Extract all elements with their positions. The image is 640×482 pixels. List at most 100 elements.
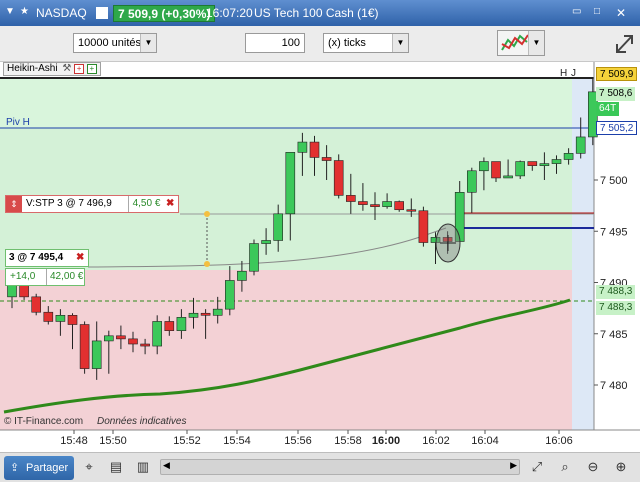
candle-body xyxy=(406,209,417,212)
close-position-icon[interactable]: ✖ xyxy=(76,250,84,266)
contract-icon[interactable] xyxy=(614,32,636,56)
x-tick-label: 15:52 xyxy=(173,435,201,447)
candle-body xyxy=(188,312,199,318)
study-tab[interactable]: Heikin-Ashi ⚒ + + xyxy=(3,62,101,76)
candle-body xyxy=(55,315,66,322)
tick-unit-select[interactable]: (x) ticks ▼ xyxy=(323,33,409,53)
quote-time: 16:07:20 xyxy=(206,6,253,20)
x-tick-label: 15:48 xyxy=(60,435,88,447)
indicative-data-label: Données indicatives xyxy=(97,416,187,427)
y-tick-label: 7 480 xyxy=(600,380,628,392)
profit-zone-top xyxy=(0,78,572,128)
zoom-fit-icon[interactable]: ⌕ xyxy=(556,458,574,476)
instrument-name: NASDAQ xyxy=(36,6,87,20)
order-handle-bottom xyxy=(204,261,210,267)
y-tick-label: 7 495 xyxy=(600,226,628,238)
candle-body xyxy=(358,201,368,205)
tick-input[interactable]: 100 xyxy=(245,33,305,53)
bottom-toolbar: ⇪ Partager ⌖ ▤ ▥ ◀ ▶ ⤢ ⌕ ⊖ ⊕ xyxy=(0,452,640,482)
candle-body xyxy=(152,321,162,347)
corner-label-j: J xyxy=(571,68,576,79)
position-amount: 42,00 € xyxy=(46,269,83,285)
scroll-left-icon[interactable]: ◀ xyxy=(163,460,170,471)
candle-body xyxy=(43,311,54,322)
copyright-label: © IT-Finance.com xyxy=(4,416,84,427)
position-label: 3 @ 7 495,4 xyxy=(9,252,64,263)
share-label: Partager xyxy=(26,462,69,474)
candle-body xyxy=(116,335,126,340)
candle-body xyxy=(345,195,356,202)
chevron-down-icon: ▼ xyxy=(528,31,544,55)
chevron-down-icon: ▼ xyxy=(140,34,156,52)
stop-order-label: V:STP 3 @ 7 496,9 xyxy=(26,198,112,209)
add-study-icon[interactable]: + xyxy=(86,64,97,74)
position-pnl-box: +14,0 42,00 € xyxy=(5,268,85,286)
chart-canvas: 7 5007 4957 4907 4857 48015:48 15:50 15:52… xyxy=(0,62,640,452)
crosshair-icon[interactable]: ⌖ xyxy=(80,458,98,476)
candle-body xyxy=(67,315,78,325)
zoom-out-icon[interactable]: ⊖ xyxy=(584,458,602,476)
candle-body xyxy=(225,280,235,310)
size-select[interactable]: 10000 unités ▼ xyxy=(73,33,157,53)
y-tick-label: 7 500 xyxy=(600,175,628,187)
candle-body xyxy=(333,160,344,196)
last-price-badge: 7 509,9 (+0,30%) xyxy=(113,5,216,22)
chart-type-button[interactable]: ▼ xyxy=(497,30,545,56)
x-tick-label: 15:58 xyxy=(334,435,362,447)
candle-body xyxy=(91,340,102,369)
candle-body xyxy=(164,321,175,331)
candle-body xyxy=(479,161,489,172)
drag-handle-icon[interactable]: ⇕ xyxy=(6,196,22,212)
remove-study-icon[interactable]: + xyxy=(74,64,85,74)
order-handle-top xyxy=(204,211,210,217)
candle-body xyxy=(394,201,405,211)
scroll-right-icon[interactable]: ▶ xyxy=(510,460,517,471)
restore-icon[interactable]: ▭ xyxy=(572,6,581,17)
price-chart[interactable]: 7 500 7 495 7 490 7 485 7 480 15:48 15:50 15:52… xyxy=(0,62,640,452)
candle-body xyxy=(140,343,150,347)
pivot-label: Piv H xyxy=(6,117,30,128)
candle-body xyxy=(491,161,501,179)
star-icon[interactable]: ★ xyxy=(20,6,29,17)
drawing-tools-icon[interactable]: ▤ xyxy=(107,458,125,476)
collapse-icon[interactable]: ▼ xyxy=(5,6,15,17)
x-tick-label: 15:54 xyxy=(223,435,251,447)
chevron-down-icon: ▼ xyxy=(392,34,408,52)
cancel-order-icon[interactable]: ✖ xyxy=(166,196,174,212)
candle-body xyxy=(200,312,211,316)
pivot-price-tag: 7 505,2 xyxy=(596,121,638,135)
candle-body xyxy=(551,159,562,164)
title-bar: ▼ ★ NASDAQ 7 509,9 (+0,30%) 16:07:20 US … xyxy=(0,0,640,26)
share-button[interactable]: ⇪ Partager xyxy=(4,456,74,480)
close-icon[interactable]: ✕ xyxy=(616,6,626,20)
position-points: +14,0 xyxy=(10,271,36,282)
maximize-icon[interactable]: □ xyxy=(594,6,600,17)
candle-body xyxy=(79,324,90,369)
candle-body xyxy=(237,270,247,281)
chart-type-icon xyxy=(501,34,529,51)
corner-label-h: H xyxy=(560,68,568,79)
x-tick-label: 16:06 xyxy=(545,435,573,447)
position-box[interactable]: 3 @ 7 495,4 ✖ xyxy=(5,249,89,267)
candle-body xyxy=(273,213,284,241)
stop-order-box[interactable]: ⇕ V:STP 3 @ 7 496,9 4,50 € ✖ xyxy=(5,195,179,213)
x-tick-label: 16:00 xyxy=(372,435,400,447)
candle-body xyxy=(297,141,308,153)
order-toolbar: 10000 unités ▼ 100 (x) ticks ▼ ▼ xyxy=(0,26,640,62)
wrench-icon[interactable]: ⚒ xyxy=(62,63,71,74)
share-icon: ⇪ xyxy=(10,462,20,474)
time-scrollbar[interactable]: ◀ ▶ xyxy=(160,459,520,475)
x-tick-label: 16:02 xyxy=(422,435,450,447)
zoom-in-icon[interactable]: ⊕ xyxy=(612,458,630,476)
candle-body xyxy=(418,210,429,243)
ma-price-tag-2: 7 488,3 xyxy=(596,301,636,315)
ticks-tag: 64T xyxy=(596,102,620,116)
candle-body xyxy=(212,308,223,316)
candle-body xyxy=(249,243,259,272)
info-icon[interactable] xyxy=(96,7,108,19)
autoscale-icon[interactable]: ⤢ xyxy=(528,458,546,476)
candle-body xyxy=(261,240,271,244)
candle-body xyxy=(563,153,574,160)
indicators-icon[interactable]: ▥ xyxy=(134,458,152,476)
instrument-description: US Tech 100 Cash (1€) xyxy=(254,6,379,20)
